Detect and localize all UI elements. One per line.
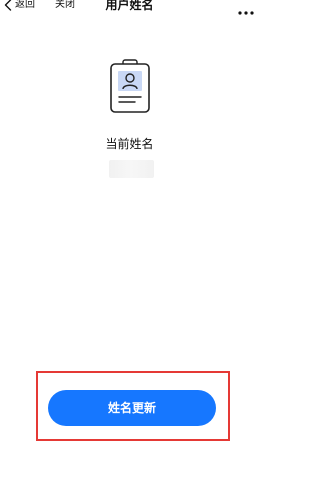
page-title: 用户姓名	[105, 0, 154, 12]
top-navigation-bar: 返回 关闭 用户姓名	[0, 0, 259, 15]
update-name-button[interactable]: 姓名更新	[48, 390, 216, 426]
current-name-label: 当前姓名	[105, 137, 154, 151]
user-name-page: 返回 关闭 用户姓名 当前姓名 姓名更新	[0, 0, 259, 497]
more-dots-icon	[238, 1, 254, 20]
more-button[interactable]	[238, 1, 254, 15]
current-name-value	[109, 160, 154, 178]
id-badge-icon	[107, 58, 153, 116]
